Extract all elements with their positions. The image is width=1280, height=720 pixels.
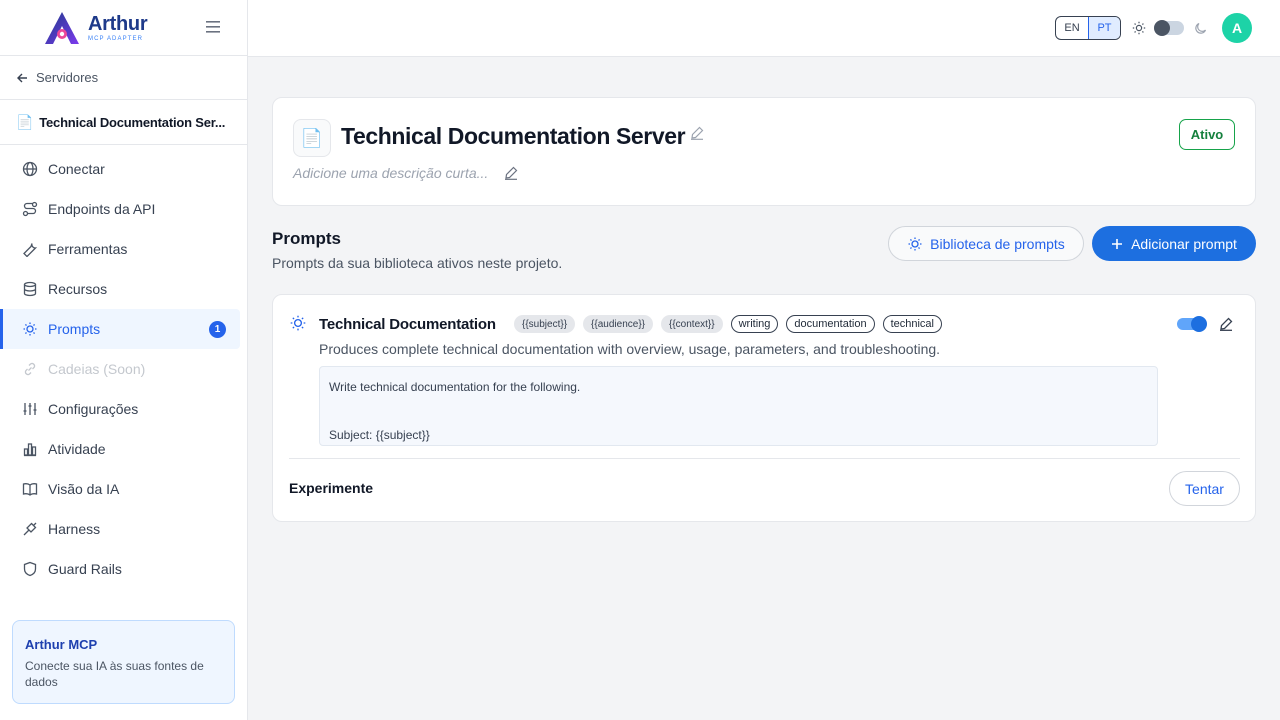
sidebar-item-ferramentas[interactable]: Ferramentas (0, 229, 240, 269)
sidebar-item-label: Ferramentas (48, 241, 128, 257)
sidebar-item-configuracoes[interactable]: Configurações (0, 389, 240, 429)
category-tag: writing (730, 315, 779, 333)
sidebar-item-cadeias: Cadeias (Soon) (0, 349, 240, 389)
sidebar-item-label: Configurações (48, 401, 139, 417)
sidebar-item-label: Cadeias (Soon) (48, 361, 146, 377)
try-label: Experimente (289, 480, 374, 496)
back-label: Servidores (36, 70, 99, 85)
edit-title-icon[interactable] (690, 126, 704, 140)
sidebar-item-recursos[interactable]: Recursos (0, 269, 240, 309)
book-icon (22, 483, 38, 496)
prompt-library-label: Biblioteca de prompts (930, 235, 1065, 252)
prompt-name: Technical Documentation (319, 316, 496, 333)
prompt-enabled-toggle[interactable] (1177, 316, 1207, 332)
variable-tag: {{context}} (661, 315, 723, 333)
sidebar-item-atividade[interactable]: Atividade (0, 429, 240, 469)
prompt-library-button[interactable]: Biblioteca de prompts (888, 226, 1084, 261)
sidebar-item-label: Conectar (48, 161, 105, 177)
lightbulb-icon (290, 315, 306, 331)
page-title: Technical Documentation Server (341, 123, 686, 149)
try-button[interactable]: Tentar (1169, 471, 1240, 506)
lightbulb-icon (23, 322, 37, 336)
topbar: EN PT A (248, 0, 1280, 57)
template-line: Write technical documentation for the fo… (329, 380, 581, 394)
edit-prompt-icon[interactable] (1219, 317, 1233, 331)
sidebar-item-guard-rails[interactable]: Guard Rails (0, 549, 240, 589)
sidebar: Arthur MCP ADAPTER Servidores 📄 Technica… (0, 0, 248, 720)
bar-chart-icon (23, 443, 37, 457)
sidebar-item-label: Endpoints da API (48, 201, 156, 217)
brand: Arthur MCP ADAPTER (0, 0, 247, 56)
language-switcher: EN PT (1055, 16, 1121, 40)
prompt-card: Technical Documentation {{subject}} {{au… (272, 294, 1256, 522)
document-icon: 📄 (16, 113, 34, 130)
server-document-icon: 📄 (293, 119, 331, 157)
promo-title: Arthur MCP (25, 637, 98, 652)
database-icon (23, 281, 37, 297)
prompt-tags: {{subject}} {{audience}} {{context}} wri… (514, 315, 942, 333)
route-icon (22, 201, 38, 217)
hamburger-menu-icon[interactable] (205, 20, 221, 34)
arthur-logo-icon (45, 11, 79, 44)
prompts-count-badge: 1 (209, 321, 226, 338)
sidebar-item-visao-ia[interactable]: Visão da IA (0, 469, 240, 509)
sun-icon (1132, 21, 1146, 35)
theme-toggle[interactable] (1154, 20, 1184, 36)
promo-card: Arthur MCP Conecte sua IA às suas fontes… (12, 620, 235, 704)
sidebar-item-prompts[interactable]: Prompts 1 (0, 309, 240, 349)
brand-subtitle: MCP ADAPTER (88, 35, 143, 42)
server-description-placeholder[interactable]: Adicione uma descrição curta... (293, 165, 488, 181)
edit-description-icon[interactable] (504, 166, 518, 180)
user-avatar[interactable]: A (1222, 13, 1252, 43)
link-icon (24, 362, 36, 376)
status-badge: Ativo (1179, 119, 1235, 150)
template-line: Subject: {{subject}} (329, 428, 430, 442)
current-server: 📄 Technical Documentation Ser... (0, 100, 247, 145)
sidebar-item-conectar[interactable]: Conectar (0, 149, 240, 189)
sidebar-item-label: Recursos (48, 281, 108, 297)
wrench-icon (23, 243, 38, 257)
category-tag: technical (882, 315, 942, 333)
plus-icon (1112, 238, 1123, 249)
server-header-card: 📄 Technical Documentation Server Adicion… (272, 97, 1256, 206)
shield-icon (23, 561, 37, 577)
arrow-left-icon (17, 73, 27, 82)
promo-text: Conecte sua IA às suas fontes de dados (25, 659, 204, 689)
variable-tag: {{subject}} (514, 315, 576, 333)
prompt-description: Produces complete technical documentatio… (319, 341, 941, 357)
sidebar-item-label: Guard Rails (48, 561, 122, 577)
sidebar-item-label: Visão da IA (48, 481, 120, 497)
back-to-servers-link[interactable]: Servidores (0, 56, 247, 100)
sidebar-item-label: Atividade (48, 441, 106, 457)
moon-icon (1195, 22, 1207, 34)
sidebar-nav: Conectar Endpoints da API Ferramentas Re… (0, 145, 247, 589)
lightbulb-icon (908, 237, 922, 250)
lang-en-button[interactable]: EN (1056, 17, 1088, 39)
category-tag: documentation (786, 315, 875, 333)
add-prompt-button[interactable]: Adicionar prompt (1092, 226, 1256, 261)
globe-icon (22, 161, 38, 177)
divider (289, 458, 1240, 459)
add-prompt-label: Adicionar prompt (1131, 235, 1237, 252)
sidebar-item-endpoints[interactable]: Endpoints da API (0, 189, 240, 229)
sidebar-item-label: Harness (48, 521, 101, 537)
sliders-icon (23, 403, 37, 415)
variable-tag: {{audience}} (583, 315, 653, 333)
harness-icon (23, 522, 37, 536)
prompt-template-preview: Write technical documentation for the fo… (319, 366, 1158, 446)
current-server-name: Technical Documentation Ser... (39, 114, 226, 130)
lang-pt-button[interactable]: PT (1088, 17, 1120, 39)
brand-name: Arthur (88, 12, 148, 35)
prompts-section-title: Prompts (272, 229, 341, 248)
sidebar-item-label: Prompts (48, 321, 101, 337)
prompts-section-subtitle: Prompts da sua biblioteca ativos neste p… (272, 255, 563, 271)
sidebar-item-harness[interactable]: Harness (0, 509, 240, 549)
